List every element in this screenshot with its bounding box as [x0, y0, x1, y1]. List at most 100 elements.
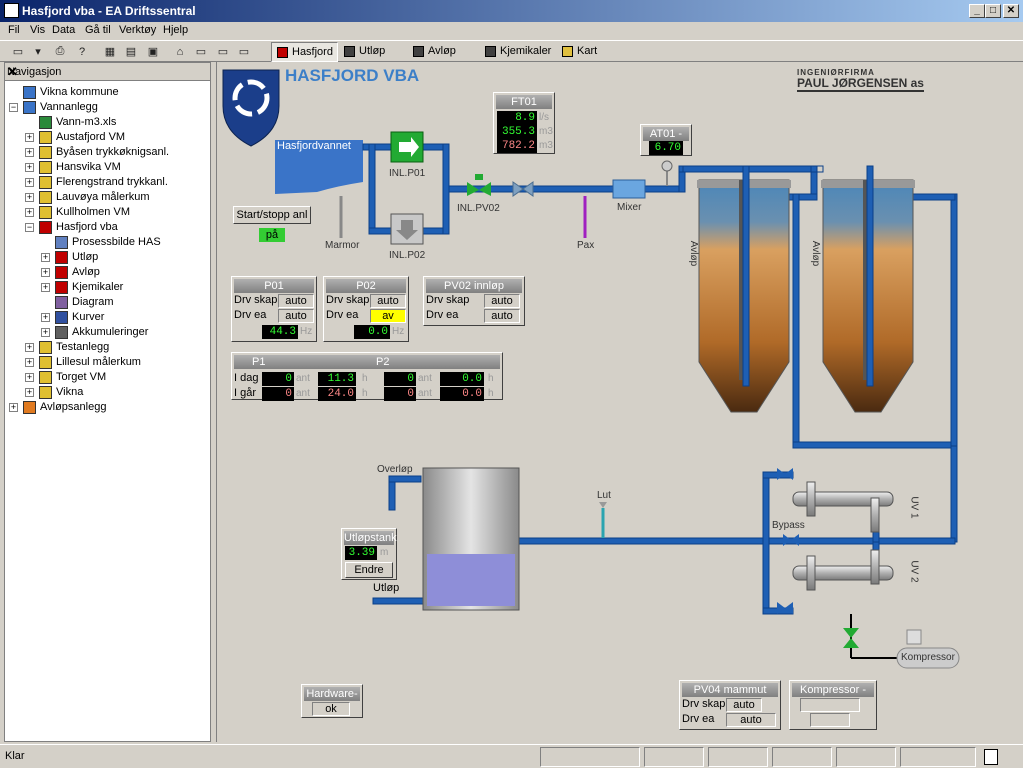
folder-orange-icon	[23, 401, 36, 414]
help-icon[interactable]: ?	[74, 44, 90, 59]
expand-icon[interactable]: +	[41, 268, 50, 277]
tab-kjemikaler[interactable]: Kjemikaler	[480, 42, 555, 62]
toolbar: ▭ ▾ ⎙ ? ▦ ▤ ▣ ⌂ ▭ ▭ ▭ Hasfjord Utløp Avl…	[0, 40, 1023, 62]
layout2-icon[interactable]: ▤	[123, 44, 139, 59]
status-bar: Klar	[0, 744, 1023, 768]
expand-icon[interactable]: +	[41, 328, 50, 337]
runtime-row1-p1-h: 24.0	[318, 387, 356, 401]
diagram-icon	[55, 296, 68, 309]
minimize-button[interactable]: _	[969, 4, 985, 18]
navigation-header: Navigasjon ✕	[5, 63, 210, 81]
utlopstank-title: Utløpstank	[344, 531, 397, 545]
ps01-title: Kompressor - PS01	[792, 683, 874, 710]
mixer-icon	[612, 179, 646, 199]
screen-icon[interactable]: ▭	[215, 44, 231, 59]
menu-data[interactable]: Data	[52, 24, 75, 36]
runtime-unit-h: h	[488, 373, 494, 384]
menu-vis[interactable]: Vis	[30, 24, 45, 36]
dropdown-arrow-icon[interactable]: ▾	[30, 44, 46, 59]
status-pane-6	[900, 747, 976, 767]
expand-icon[interactable]: +	[25, 193, 34, 202]
station-icon	[39, 356, 52, 369]
expand-icon[interactable]: +	[25, 163, 34, 172]
pv04-row0-value[interactable]: auto	[726, 698, 762, 712]
layout3-icon[interactable]: ▣	[145, 44, 161, 59]
ft01-value-2: 782.2	[497, 139, 537, 153]
tab-label: Kjemikaler	[500, 45, 552, 57]
start-stop-button[interactable]: Start/stopp anl	[233, 206, 311, 224]
expand-icon[interactable]: +	[25, 208, 34, 217]
p01-row1-label: Drv ea	[234, 309, 267, 321]
collapse-icon[interactable]: −	[25, 223, 34, 232]
station-icon	[39, 191, 52, 204]
expand-icon[interactable]: +	[25, 133, 34, 142]
expand-icon[interactable]: +	[25, 358, 34, 367]
pv02-row1-value[interactable]: auto	[484, 309, 520, 323]
menu-verktoy[interactable]: Verktøy	[119, 24, 156, 36]
p01-row0-value[interactable]: auto	[278, 294, 314, 308]
expand-icon[interactable]: +	[41, 313, 50, 322]
menu-hjelp[interactable]: Hjelp	[163, 24, 188, 36]
status-pane-5	[836, 747, 896, 767]
pv02-panel: PV02 innløp Drv skap auto Drv ea auto	[423, 276, 525, 326]
layout1-icon[interactable]: ▦	[102, 44, 118, 59]
nav-item-label: Prosessbilde HAS	[72, 236, 161, 248]
station-red-icon	[55, 281, 68, 294]
status-text: Klar	[5, 750, 25, 762]
close-navigation-icon[interactable]: ✕	[7, 64, 206, 80]
collapse-icon[interactable]: −	[9, 103, 18, 112]
close-button[interactable]: ✕	[1003, 4, 1019, 18]
station-icon	[413, 46, 424, 57]
station-red-icon	[55, 251, 68, 264]
alarm-icon	[39, 341, 52, 354]
at01-value: 6.70	[649, 141, 683, 155]
pv04-row1-value[interactable]: auto	[726, 713, 776, 727]
inl-pv02-label: INL.PV02	[457, 203, 500, 214]
expand-icon[interactable]: +	[9, 403, 18, 412]
tab-hasfjord[interactable]: Hasfjord	[271, 42, 338, 62]
station-icon	[277, 47, 288, 58]
pv02-row0-value[interactable]: auto	[484, 294, 520, 308]
p01-row0-label: Drv skap	[234, 294, 278, 306]
runtime-unit-h: h	[362, 373, 368, 384]
tab-kart[interactable]: Kart	[557, 42, 601, 62]
building-icon[interactable]: ⌂	[172, 44, 188, 59]
overlop-label: Overløp	[377, 464, 413, 475]
tab-label: Utløp	[359, 45, 386, 57]
expand-icon[interactable]: +	[41, 283, 50, 292]
expand-icon[interactable]: +	[25, 343, 34, 352]
menu-ga-til[interactable]: Gå til	[85, 24, 111, 36]
endre-button[interactable]: Endre	[345, 562, 393, 578]
p02-row0-value[interactable]: auto	[370, 294, 406, 308]
p02-row1-value[interactable]: av	[370, 309, 406, 323]
utlopstank-value: 3.39	[345, 546, 377, 560]
ft01-unit-2: m3	[539, 140, 553, 151]
expand-icon[interactable]: +	[25, 373, 34, 382]
monitor-icon[interactable]: ▭	[193, 44, 209, 59]
expand-icon[interactable]: +	[25, 148, 34, 157]
uv-1-label: UV 1	[908, 496, 920, 519]
ft01-unit-0: l/s	[539, 112, 549, 123]
print-icon[interactable]: ⎙	[52, 44, 68, 59]
process-diagram	[222, 69, 960, 669]
plant-title: HASFJORD VBA	[285, 66, 420, 85]
menu-fil[interactable]: Fil	[8, 24, 20, 36]
p01-row1-value[interactable]: auto	[278, 309, 314, 323]
tab-utlop[interactable]: Utløp	[339, 42, 389, 62]
runtime-unit-ant: ant	[296, 373, 310, 384]
expand-icon[interactable]: +	[25, 388, 34, 397]
new-icon[interactable]: ▭	[10, 44, 26, 59]
source-label: Hasfjordvannet	[277, 140, 351, 152]
station-icon	[39, 161, 52, 174]
valve-pv04-icon[interactable]	[843, 628, 859, 648]
pc-icon[interactable]: ▭	[236, 44, 252, 59]
expand-icon[interactable]: +	[25, 178, 34, 187]
tab-avlop[interactable]: Avløp	[408, 42, 460, 62]
runtime-row0-p1-h: 11.3	[318, 372, 356, 386]
maximize-button[interactable]: □	[985, 4, 1001, 18]
nav-item-label: Testanlegg	[56, 341, 110, 353]
expand-icon[interactable]: +	[41, 253, 50, 262]
pv04-panel: PV04 mammut Drv skap auto Drv ea auto	[679, 680, 781, 730]
app-icon	[4, 3, 19, 18]
inl-p01-label: INL.P01	[389, 168, 426, 179]
